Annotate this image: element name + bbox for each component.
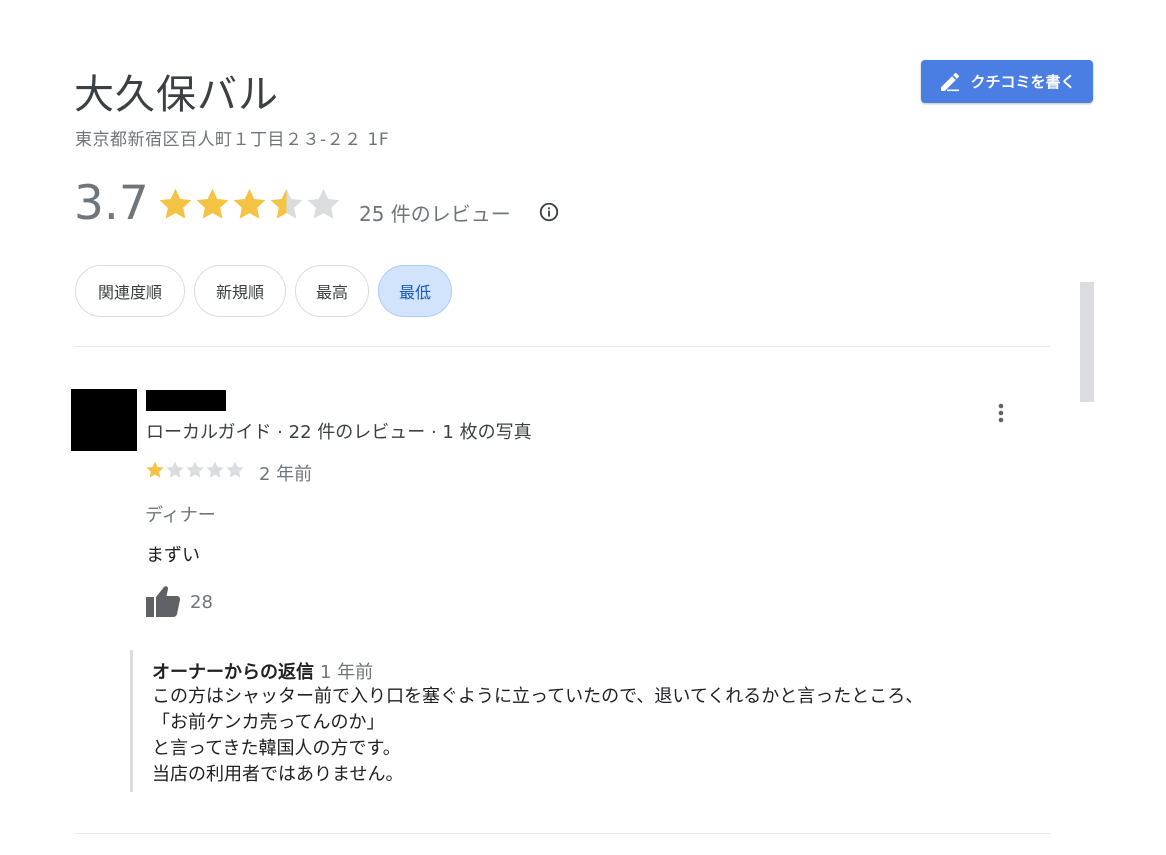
star-half-icon: [270, 188, 303, 219]
review-date: 2 年前: [259, 464, 313, 485]
star-full-icon: [233, 188, 266, 219]
owner-reply-header: オーナーからの返信 1 年前: [152, 658, 373, 684]
sort-chip-highest[interactable]: 最高: [295, 265, 369, 317]
rating-stars: [157, 186, 342, 223]
reply-border: [130, 650, 133, 792]
sort-chip-relevance[interactable]: 関連度順: [75, 265, 185, 317]
review-count[interactable]: 25 件のレビュー: [359, 198, 511, 227]
pencil-icon: [941, 72, 960, 91]
write-review-label: クチコミを書く: [970, 73, 1076, 91]
star-full-icon: [146, 461, 164, 478]
star-full-icon: [196, 188, 229, 219]
thumbs-up-icon[interactable]: [145, 584, 181, 618]
scrollbar-thumb[interactable]: [1080, 282, 1094, 402]
review-stars: [145, 460, 245, 480]
owner-reply-text: この方はシャッター前で入り口を塞ぐように立っていたので、退いてくれるかと言ったと…: [152, 686, 924, 785]
like-count: 28: [190, 592, 213, 613]
owner-reply-date: 1 年前: [320, 662, 374, 683]
avatar[interactable]: [71, 389, 137, 451]
reviewer-name-redacted[interactable]: [146, 390, 226, 411]
review-tag: ディナー: [145, 505, 216, 526]
rating-value: 3.7: [74, 176, 149, 231]
more-options-icon[interactable]: [990, 400, 1012, 428]
star-empty-icon: [166, 461, 184, 478]
divider: [74, 346, 1050, 347]
reviewer-meta: ローカルガイド · 22 件のレビュー · 1 枚の写真: [146, 422, 532, 443]
write-review-button[interactable]: クチコミを書く: [921, 60, 1093, 103]
sort-chip-newest[interactable]: 新規順: [194, 265, 286, 317]
divider: [74, 833, 1050, 834]
place-title: 大久保バル: [74, 72, 279, 118]
star-empty-icon: [226, 461, 244, 478]
review-text: まずい: [146, 545, 200, 566]
place-address: 東京都新宿区百人町１丁目２３-２２ 1F: [75, 130, 390, 150]
star-empty-icon: [307, 188, 340, 219]
star-empty-icon: [186, 461, 204, 478]
owner-reply-author: オーナーからの返信: [152, 662, 314, 683]
star-full-icon: [159, 188, 192, 219]
info-icon[interactable]: [538, 201, 560, 223]
star-empty-icon: [206, 461, 224, 478]
sort-chip-lowest[interactable]: 最低: [378, 265, 452, 317]
